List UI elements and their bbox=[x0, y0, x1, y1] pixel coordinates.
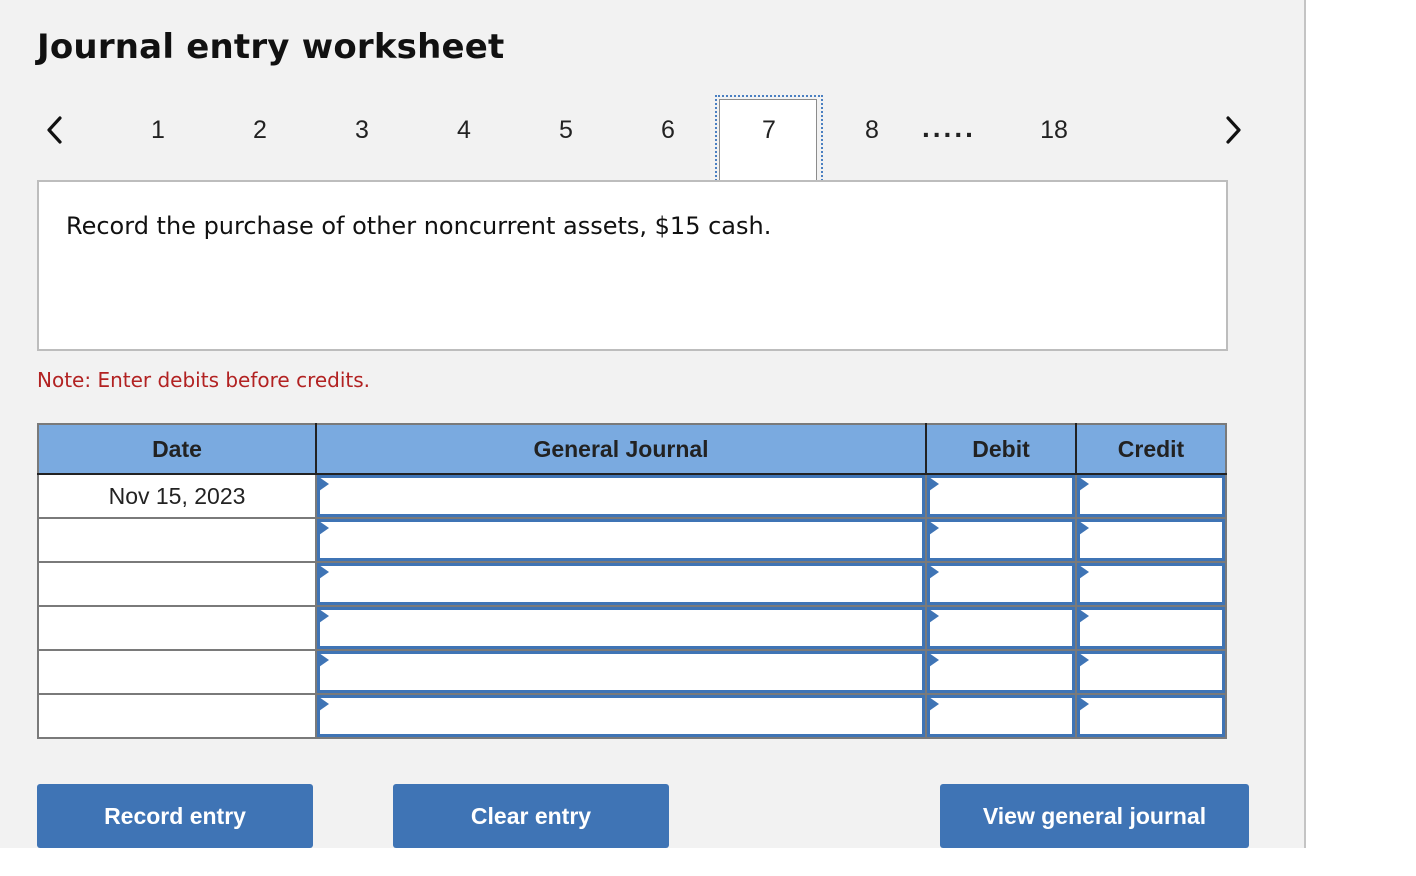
view-general-journal-button[interactable]: View general journal bbox=[940, 784, 1249, 848]
credit-input[interactable] bbox=[1077, 651, 1225, 693]
table-row bbox=[37, 649, 1227, 695]
instruction-note: Note: Enter debits before credits. bbox=[37, 368, 371, 392]
journal-table: Date General Journal Debit Credit Nov 15… bbox=[37, 423, 1227, 739]
worksheet-panel: Journal entry worksheet 1 2 3 4 5 6 7 8 … bbox=[0, 0, 1306, 848]
page-link-4[interactable]: 4 bbox=[444, 116, 484, 145]
prev-button[interactable] bbox=[42, 114, 66, 146]
page-link-current[interactable]: 7 bbox=[715, 95, 823, 185]
date-cell bbox=[37, 693, 317, 739]
page-link-5[interactable]: 5 bbox=[546, 116, 586, 145]
question-box: Record the purchase of other noncurrent … bbox=[37, 180, 1228, 351]
table-row: Nov 15, 2023 bbox=[37, 473, 1227, 519]
table-row bbox=[37, 693, 1227, 739]
account-cell bbox=[315, 517, 927, 563]
page-link-6[interactable]: 6 bbox=[648, 116, 688, 145]
credit-cell bbox=[1075, 693, 1227, 739]
debit-cell bbox=[925, 649, 1077, 695]
debit-input[interactable] bbox=[927, 475, 1075, 517]
account-cell bbox=[315, 561, 927, 607]
account-input[interactable] bbox=[317, 607, 925, 649]
chevron-left-icon bbox=[47, 116, 62, 144]
column-header-credit: Credit bbox=[1076, 424, 1227, 475]
account-cell bbox=[315, 693, 927, 739]
chevron-right-icon bbox=[1226, 116, 1241, 144]
credit-cell bbox=[1075, 561, 1227, 607]
account-cell bbox=[315, 473, 927, 519]
credit-input[interactable] bbox=[1077, 475, 1225, 517]
pager-ellipsis: ..... bbox=[922, 112, 976, 143]
current-page-number: 7 bbox=[762, 116, 776, 144]
table-row bbox=[37, 605, 1227, 651]
debit-cell bbox=[925, 693, 1077, 739]
account-cell bbox=[315, 649, 927, 695]
credit-cell bbox=[1075, 517, 1227, 563]
account-input[interactable] bbox=[317, 475, 925, 517]
debit-cell bbox=[925, 561, 1077, 607]
debit-cell bbox=[925, 473, 1077, 519]
date-cell bbox=[37, 561, 317, 607]
account-input[interactable] bbox=[317, 563, 925, 605]
debit-input[interactable] bbox=[927, 651, 1075, 693]
question-text: Record the purchase of other noncurrent … bbox=[66, 212, 772, 240]
clear-entry-button[interactable]: Clear entry bbox=[393, 784, 669, 848]
page-link-2[interactable]: 2 bbox=[240, 116, 280, 145]
credit-input[interactable] bbox=[1077, 607, 1225, 649]
debit-input[interactable] bbox=[927, 695, 1075, 737]
column-header-date: Date bbox=[38, 424, 317, 475]
credit-cell bbox=[1075, 605, 1227, 651]
debit-input[interactable] bbox=[927, 519, 1075, 561]
account-input[interactable] bbox=[317, 519, 925, 561]
date-cell bbox=[37, 649, 317, 695]
date-cell bbox=[37, 605, 317, 651]
debit-input[interactable] bbox=[927, 563, 1075, 605]
account-input[interactable] bbox=[317, 651, 925, 693]
page-title: Journal entry worksheet bbox=[37, 27, 505, 67]
question-pager: 1 2 3 4 5 6 7 8 ..... 18 bbox=[0, 95, 1304, 186]
credit-input[interactable] bbox=[1077, 695, 1225, 737]
debit-input[interactable] bbox=[927, 607, 1075, 649]
debit-cell bbox=[925, 605, 1077, 651]
table-row bbox=[37, 561, 1227, 607]
page-link-last[interactable]: 18 bbox=[1034, 116, 1074, 145]
page-link-1[interactable]: 1 bbox=[138, 116, 178, 145]
credit-cell bbox=[1075, 649, 1227, 695]
table-row bbox=[37, 517, 1227, 563]
record-entry-button[interactable]: Record entry bbox=[37, 784, 313, 848]
page-link-8[interactable]: 8 bbox=[852, 116, 892, 145]
date-cell bbox=[37, 517, 317, 563]
credit-cell bbox=[1075, 473, 1227, 519]
table-header-row: Date General Journal Debit Credit bbox=[38, 424, 1227, 475]
credit-input[interactable] bbox=[1077, 519, 1225, 561]
credit-input[interactable] bbox=[1077, 563, 1225, 605]
date-cell: Nov 15, 2023 bbox=[37, 473, 317, 519]
page-link-3[interactable]: 3 bbox=[342, 116, 382, 145]
column-header-general-journal: General Journal bbox=[316, 424, 927, 475]
next-button[interactable] bbox=[1222, 114, 1246, 146]
account-cell bbox=[315, 605, 927, 651]
debit-cell bbox=[925, 517, 1077, 563]
account-input[interactable] bbox=[317, 695, 925, 737]
column-header-debit: Debit bbox=[926, 424, 1077, 475]
